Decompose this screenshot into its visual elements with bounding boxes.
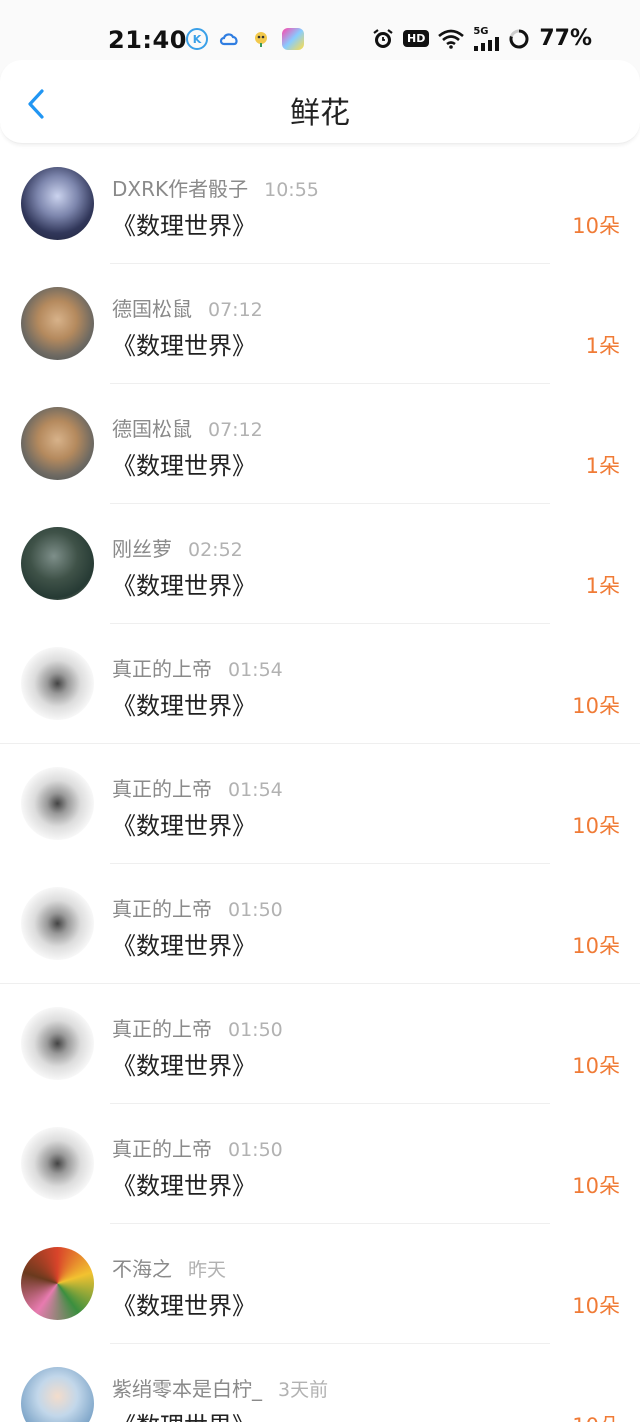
avatar[interactable] — [21, 1367, 94, 1422]
hd-badge: HD — [402, 30, 430, 47]
timestamp: 01:54 — [228, 659, 283, 681]
timestamp: 07:12 — [208, 419, 263, 441]
header: 鲜花 — [0, 60, 640, 144]
flower-amount: 10朵 — [572, 1174, 620, 1198]
book-title: 《数理世界》 — [112, 932, 256, 960]
avatar[interactable] — [21, 1127, 94, 1200]
flower-amount: 1朵 — [585, 574, 620, 598]
timestamp: 3天前 — [278, 1379, 329, 1401]
book-title: 《数理世界》 — [112, 212, 256, 240]
user-name[interactable]: 真正的上帝 01:54 — [112, 773, 283, 802]
list-item[interactable]: 真正的上帝 01:50 《数理世界》 10朵 — [0, 1104, 640, 1224]
user-name[interactable]: 真正的上帝 01:50 — [112, 1133, 283, 1162]
user-name[interactable]: 真正的上帝 01:50 — [112, 1013, 283, 1042]
avatar[interactable] — [21, 1007, 94, 1080]
book-title: 《数理世界》 — [112, 812, 256, 840]
flower-list: DXRK作者骰子 10:55 《数理世界》 10朵 德国松鼠 07:12 《数理世界… — [0, 144, 640, 1422]
book-title: 《数理世界》 — [112, 332, 256, 360]
color-app-icon — [282, 28, 304, 50]
list-item[interactable]: 真正的上帝 01:54 《数理世界》 10朵 — [0, 744, 640, 864]
timestamp: 02:52 — [188, 539, 243, 561]
status-indicators: HD 5G 77% — [372, 26, 592, 51]
user-name[interactable]: 紫绡零本是白柠_ 3天前 — [112, 1373, 328, 1402]
cellular-signal-icon: 5G — [473, 25, 500, 51]
timestamp: 01:50 — [228, 1019, 283, 1041]
book-title: 《数理世界》 — [112, 692, 256, 720]
book-title: 《数理世界》 — [112, 1292, 256, 1320]
user-name[interactable]: 刚丝萝 02:52 — [112, 533, 243, 562]
user-name[interactable]: 不海之 昨天 — [112, 1253, 226, 1282]
flower-amount: 1朵 — [585, 454, 620, 478]
list-item[interactable]: DXRK作者骰子 10:55 《数理世界》 10朵 — [0, 144, 640, 264]
avatar[interactable] — [21, 287, 94, 360]
flower-amount: 10朵 — [572, 694, 620, 718]
status-time: 21:40 — [108, 26, 187, 54]
book-title: 《数理世界》 — [112, 452, 256, 480]
avatar[interactable] — [21, 167, 94, 240]
list-item[interactable]: 真正的上帝 01:54 《数理世界》 10朵 — [0, 624, 640, 744]
timestamp: 07:12 — [208, 299, 263, 321]
book-title: 《数理世界》 — [112, 1052, 256, 1080]
battery-percent: 77% — [539, 26, 592, 51]
network-type-label: 5G — [473, 25, 489, 37]
k-app-icon: K — [186, 28, 208, 50]
flower-amount: 10朵 — [572, 934, 620, 958]
list-item[interactable]: 不海之 昨天 《数理世界》 10朵 — [0, 1224, 640, 1344]
list-item[interactable]: 德国松鼠 07:12 《数理世界》 1朵 — [0, 384, 640, 504]
timestamp: 01:50 — [228, 1139, 283, 1161]
list-item[interactable]: 德国松鼠 07:12 《数理世界》 1朵 — [0, 264, 640, 384]
book-title: 《数理世界》 — [112, 572, 256, 600]
list-item[interactable]: 真正的上帝 01:50 《数理世界》 10朵 — [0, 864, 640, 984]
page-title: 鲜花 — [290, 96, 350, 131]
battery-ring-icon — [508, 28, 530, 50]
list-item[interactable]: 真正的上帝 01:50 《数理世界》 10朵 — [0, 984, 640, 1104]
flower-amount: 10朵 — [572, 214, 620, 238]
avatar[interactable] — [21, 1247, 94, 1320]
user-name[interactable]: 真正的上帝 01:54 — [112, 653, 283, 682]
avatar[interactable] — [21, 767, 94, 840]
cloud-app-icon — [218, 28, 240, 50]
book-title: 《数理世界》 — [112, 1406, 256, 1422]
notification-app-icons: K — [186, 28, 304, 50]
flower-amount: 10朵 — [572, 1410, 620, 1422]
alarm-icon — [372, 28, 394, 50]
flower-amount: 1朵 — [585, 334, 620, 358]
flower-amount: 10朵 — [572, 1054, 620, 1078]
avatar[interactable] — [21, 407, 94, 480]
screen: 21:40 K HD 5G 77% 鲜花 DXRK作者骰子 10:55 《数理世… — [0, 0, 640, 1422]
timestamp: 10:55 — [264, 179, 319, 201]
timestamp: 01:50 — [228, 899, 283, 921]
avatar[interactable] — [21, 647, 94, 720]
user-name[interactable]: DXRK作者骰子 10:55 — [112, 173, 319, 202]
flower-amount: 10朵 — [572, 1294, 620, 1318]
bird-app-icon — [250, 28, 272, 50]
timestamp: 昨天 — [188, 1259, 227, 1281]
timestamp: 01:54 — [228, 779, 283, 801]
book-title: 《数理世界》 — [112, 1172, 256, 1200]
flower-amount: 10朵 — [572, 814, 620, 838]
wifi-icon — [438, 29, 465, 49]
user-name[interactable]: 真正的上帝 01:50 — [112, 893, 283, 922]
avatar[interactable] — [21, 887, 94, 960]
list-item[interactable]: 刚丝萝 02:52 《数理世界》 1朵 — [0, 504, 640, 624]
user-name[interactable]: 德国松鼠 07:12 — [112, 413, 263, 442]
list-item[interactable]: 紫绡零本是白柠_3天前 《数理世界》 10朵 — [0, 1344, 640, 1422]
avatar[interactable] — [21, 527, 94, 600]
user-name[interactable]: 德国松鼠 07:12 — [112, 293, 263, 322]
